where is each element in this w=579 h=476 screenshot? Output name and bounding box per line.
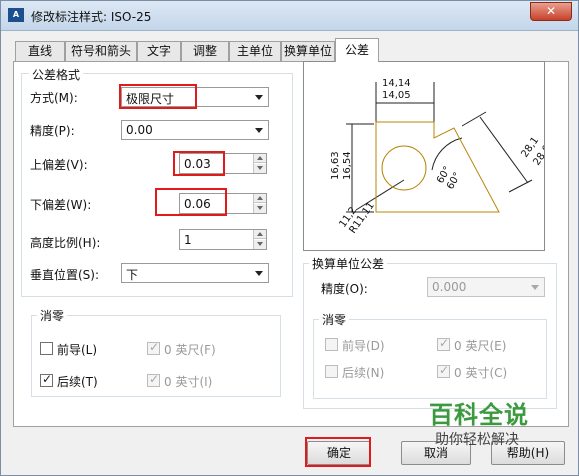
vertical-position-select[interactable]: 下	[121, 263, 269, 283]
alt-unit-tolerance-title: 换算单位公差	[309, 255, 388, 272]
tab-label: 直线	[27, 44, 52, 58]
watermark-title: 百科全说	[429, 401, 529, 429]
alt-zero-suppression-group	[313, 319, 547, 399]
spin-up-icon[interactable]	[254, 194, 266, 203]
tab-label: 主单位	[236, 44, 273, 58]
hole-circle	[381, 145, 427, 191]
precision-label: 精度(P):	[30, 124, 75, 138]
close-icon: ✕	[545, 4, 557, 18]
tab-fit[interactable]: 调整	[181, 41, 229, 61]
tab-alternate-units[interactable]: 换算单位	[281, 41, 335, 61]
vertical-position-label: 垂直位置(S):	[30, 268, 100, 282]
method-label: 方式(M):	[30, 91, 78, 105]
alt-leading-checkbox	[325, 338, 338, 351]
part-outline	[375, 121, 500, 213]
window-title: 修改标注样式: ISO-25	[31, 10, 152, 24]
app-icon: A	[8, 8, 24, 22]
alt-inches-label: 0 英寸(C)	[454, 366, 508, 380]
vertical-position-value: 下	[126, 268, 139, 282]
watermark: 百科全说 助你轻松解决	[421, 391, 571, 455]
alt-zero-suppression-title: 消零	[319, 311, 350, 328]
alt-inches-checkbox	[437, 363, 450, 378]
close-button[interactable]: ✕	[530, 2, 572, 21]
tab-lines[interactable]: 直线	[15, 41, 65, 61]
tab-primary-units[interactable]: 主单位	[229, 41, 281, 61]
dim-left-1: 16,63	[330, 151, 341, 180]
alt-feet-label: 0 英尺(E)	[454, 339, 507, 353]
preview-drawing: 14,14 14,05 16,63 16,54 28,1 28,01 60° 6…	[330, 78, 557, 236]
preview-pane: 14,14 14,05 16,63 16,54 28,1 28,01 60° 6…	[303, 61, 557, 251]
feet-label: 0 英尺(F)	[164, 343, 216, 357]
height-scale-input[interactable]: 1	[179, 229, 267, 250]
trailing-label: 后续(T)	[57, 375, 98, 389]
spin-down-icon[interactable]	[254, 164, 266, 173]
alt-trailing-checkbox	[325, 365, 338, 378]
chevron-down-icon	[531, 285, 539, 290]
ext-line	[508, 179, 533, 193]
height-scale-value: 1	[184, 233, 192, 247]
dialog-window: A 修改标注样式: ISO-25 ✕ 直线 符号和箭头 文字 调整 主单位 换算…	[0, 0, 579, 476]
alt-trailing-label: 后续(N)	[342, 366, 385, 380]
spin-down-icon[interactable]	[254, 240, 266, 249]
spin-up-icon[interactable]	[254, 230, 266, 239]
trailing-checkbox[interactable]	[40, 372, 53, 387]
feet-checkbox	[147, 340, 160, 355]
alt-feet-checkbox	[437, 336, 450, 351]
dim-top-2: 14,05	[382, 90, 411, 101]
spin-up-icon[interactable]	[254, 154, 266, 163]
tab-label: 调整	[192, 44, 217, 58]
alt-precision-select: 0.000	[427, 277, 545, 297]
spinner	[253, 230, 266, 249]
inches-label: 0 英寸(I)	[164, 375, 213, 389]
highlight-upper	[173, 151, 225, 176]
highlight-lower	[155, 188, 227, 216]
leading-checkbox[interactable]	[40, 342, 53, 355]
dim-left-2: 16,54	[342, 151, 353, 180]
precision-value: 0.00	[126, 123, 153, 137]
height-scale-label: 高度比例(H):	[30, 236, 101, 250]
watermark-subtitle: 助你轻松解决	[435, 432, 519, 448]
leading-label: 前导(L)	[57, 343, 98, 357]
alt-leading-label: 前导(D)	[342, 339, 385, 353]
inches-checkbox	[147, 372, 160, 387]
tab-label: 文字	[146, 44, 171, 58]
spin-down-icon[interactable]	[254, 204, 266, 213]
alt-precision-value: 0.000	[432, 280, 467, 294]
upper-deviation-label: 上偏差(V):	[30, 158, 88, 172]
title-bar: A 修改标注样式: ISO-25 ✕	[1, 1, 578, 31]
highlight-method	[119, 84, 197, 109]
tab-label: 符号和箭头	[70, 44, 131, 58]
chevron-down-icon	[255, 128, 263, 133]
tab-label: 换算单位	[283, 44, 332, 58]
lower-deviation-label: 下偏差(W):	[30, 198, 92, 212]
zero-suppression-title: 消零	[37, 307, 68, 324]
angle-arc	[431, 137, 463, 171]
chevron-down-icon	[255, 95, 263, 100]
spinner	[253, 194, 266, 213]
tab-text[interactable]: 文字	[137, 41, 181, 61]
ext-line	[461, 111, 487, 127]
chevron-down-icon	[255, 271, 263, 276]
highlight-ok	[305, 437, 371, 467]
precision-select[interactable]: 0.00	[121, 120, 269, 140]
tab-symbols-arrows[interactable]: 符号和箭头	[65, 41, 137, 61]
tab-tolerances[interactable]: 公差	[335, 38, 379, 62]
tolerance-format-title: 公差格式	[29, 66, 84, 83]
alt-precision-label: 精度(O):	[321, 282, 368, 296]
tab-label: 公差	[344, 43, 369, 57]
dim-top-1: 14,14	[382, 78, 411, 89]
spinner	[253, 154, 266, 173]
